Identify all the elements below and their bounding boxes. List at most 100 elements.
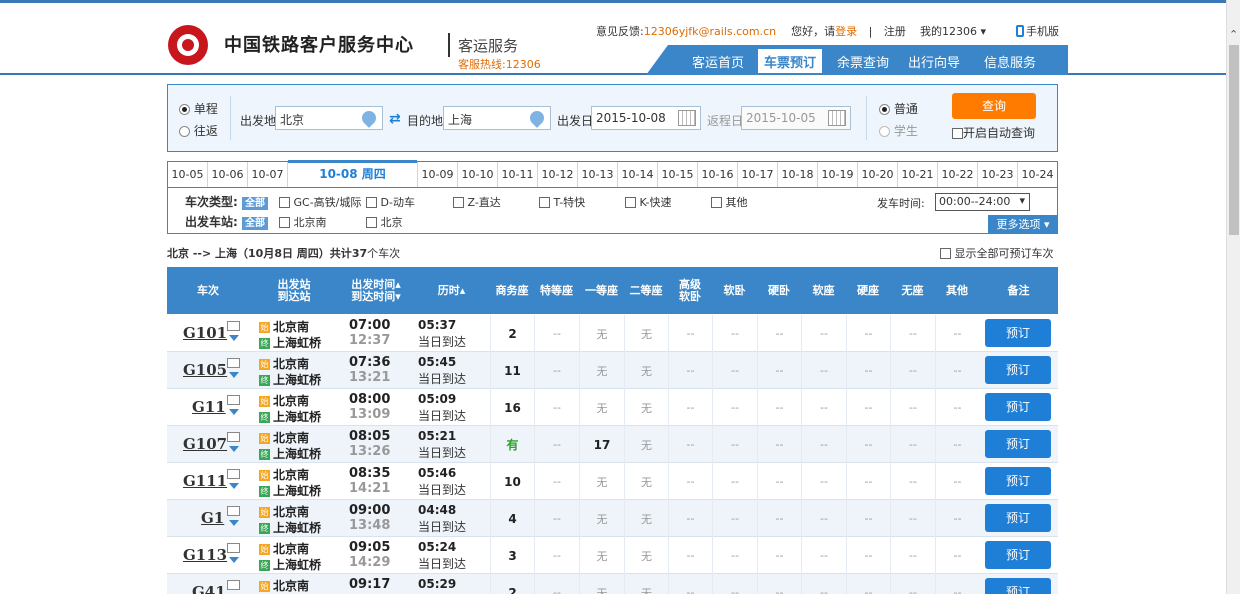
train-number-link[interactable]: G1 <box>201 509 224 527</box>
passenger-normal[interactable]: 普通 <box>879 100 918 117</box>
train-info-icon[interactable] <box>227 358 240 368</box>
login-link[interactable]: 登录 <box>835 25 857 38</box>
type-all-button[interactable]: 全部 <box>242 197 268 210</box>
checkbox[interactable] <box>940 248 951 259</box>
date-tab[interactable]: 10-09 <box>418 162 458 187</box>
book-button[interactable]: 预订 <box>985 467 1051 495</box>
train-number-link[interactable]: G107 <box>183 435 227 453</box>
book-button[interactable]: 预订 <box>985 319 1051 347</box>
checkbox[interactable] <box>279 217 290 228</box>
roundtrip-radio[interactable] <box>179 126 190 137</box>
return-date-input[interactable]: 2015-10-05 <box>741 106 851 130</box>
book-button[interactable]: 预订 <box>985 578 1051 594</box>
location-pin-icon[interactable] <box>359 108 379 128</box>
show-all-bookable[interactable]: 显示全部可预订车次 <box>940 245 1054 261</box>
query-button[interactable]: 查询 <box>952 93 1036 119</box>
scroll-up-icon[interactable]: ⌃ <box>1229 28 1238 41</box>
date-tab[interactable]: 10-24 <box>1018 162 1057 187</box>
nav-home[interactable]: 客运首页 <box>692 52 744 71</box>
checkbox[interactable] <box>366 197 377 208</box>
auto-query[interactable]: 开启自动查询 <box>952 124 1035 141</box>
swap-stations-icon[interactable]: ⇄ <box>389 111 401 127</box>
book-button[interactable]: 预订 <box>985 356 1051 384</box>
filter-k[interactable]: K-快速 <box>625 194 672 210</box>
trip-oneway[interactable]: 单程 <box>179 100 218 117</box>
nav-ticket-booking[interactable]: 车票预订 <box>758 49 823 73</box>
calendar-icon[interactable] <box>678 110 696 126</box>
train-info-icon[interactable] <box>227 432 240 442</box>
filter-gc[interactable]: GC-高铁/城际 <box>279 194 361 210</box>
filter-other[interactable]: 其他 <box>711 194 748 210</box>
checkbox[interactable] <box>711 197 722 208</box>
date-tab[interactable]: 10-17 <box>738 162 778 187</box>
date-tab[interactable]: 10-13 <box>578 162 618 187</box>
filter-d[interactable]: D-动车 <box>366 194 415 210</box>
book-button[interactable]: 预订 <box>985 541 1051 569</box>
checkbox[interactable] <box>366 217 377 228</box>
location-pin-icon[interactable] <box>527 108 547 128</box>
filter-z[interactable]: Z-直达 <box>453 194 501 210</box>
scroll-thumb[interactable] <box>1229 45 1239 235</box>
train-number-link[interactable]: G105 <box>183 361 227 379</box>
date-tab[interactable]: 10-11 <box>498 162 538 187</box>
checkbox[interactable] <box>453 197 464 208</box>
checkbox[interactable] <box>279 197 290 208</box>
student-radio[interactable] <box>879 126 890 137</box>
expand-stops-icon[interactable] <box>229 335 239 341</box>
from-station-input[interactable]: 北京 <box>275 106 383 130</box>
date-tab[interactable]: 10-16 <box>698 162 738 187</box>
train-number-link[interactable]: G11 <box>192 398 226 416</box>
train-number-link[interactable]: G101 <box>183 324 227 342</box>
nav-remaining-tickets[interactable]: 余票查询 <box>837 52 889 71</box>
book-button[interactable]: 预订 <box>985 393 1051 421</box>
column-header[interactable]: 历时▴ <box>413 267 490 314</box>
calendar-icon[interactable] <box>828 110 846 126</box>
more-options-button[interactable]: 更多选项 ▾ <box>988 215 1058 234</box>
date-tab[interactable]: 10-21 <box>898 162 938 187</box>
train-info-icon[interactable] <box>227 395 240 405</box>
date-tab[interactable]: 10-20 <box>858 162 898 187</box>
column-header[interactable]: 出发时间▴ 到达时间▾ <box>339 267 413 314</box>
auto-query-checkbox[interactable] <box>952 128 963 139</box>
station-all-button[interactable]: 全部 <box>242 217 268 230</box>
book-button[interactable]: 预订 <box>985 504 1051 532</box>
date-tab[interactable]: 10-19 <box>818 162 858 187</box>
date-tab[interactable]: 10-14 <box>618 162 658 187</box>
my12306-menu[interactable]: 我的12306 ▾ <box>920 23 986 39</box>
depart-date-input[interactable]: 2015-10-08 <box>591 106 701 130</box>
expand-stops-icon[interactable] <box>229 483 239 489</box>
train-info-icon[interactable] <box>227 580 240 590</box>
expand-stops-icon[interactable] <box>229 409 239 415</box>
date-tab[interactable]: 10-23 <box>978 162 1018 187</box>
normal-radio[interactable] <box>879 104 890 115</box>
date-tab[interactable]: 10-06 <box>208 162 248 187</box>
depart-time-select[interactable]: 00:00--24:00 ▾ <box>935 193 1030 211</box>
date-tab[interactable]: 10-22 <box>938 162 978 187</box>
date-tab[interactable]: 10-15 <box>658 162 698 187</box>
train-info-icon[interactable] <box>227 506 240 516</box>
date-tab-selected[interactable]: 10-08 周四 <box>288 160 418 187</box>
date-tab[interactable]: 10-18 <box>778 162 818 187</box>
train-number-link[interactable]: G41 <box>192 583 226 594</box>
passenger-student[interactable]: 学生 <box>879 122 918 139</box>
to-station-input[interactable]: 上海 <box>443 106 551 130</box>
nav-info-service[interactable]: 信息服务 <box>984 52 1036 71</box>
mobile-link[interactable]: 手机版 <box>1016 23 1059 39</box>
feedback-email-link[interactable]: 12306yjfk@rails.com.cn <box>644 25 776 38</box>
train-info-icon[interactable] <box>227 469 240 479</box>
checkbox[interactable] <box>539 197 550 208</box>
trip-roundtrip[interactable]: 往返 <box>179 122 218 139</box>
expand-stops-icon[interactable] <box>229 446 239 452</box>
train-number-link[interactable]: G113 <box>183 546 227 564</box>
oneway-radio[interactable] <box>179 104 190 115</box>
register-link[interactable]: 注册 <box>884 25 906 38</box>
book-button[interactable]: 预订 <box>985 430 1051 458</box>
filter-station-beijingnan[interactable]: 北京南 <box>279 214 327 230</box>
filter-t[interactable]: T-特快 <box>539 194 585 210</box>
date-tab[interactable]: 10-07 <box>248 162 288 187</box>
scrollbar[interactable]: ⌃ <box>1226 0 1240 594</box>
checkbox[interactable] <box>625 197 636 208</box>
expand-stops-icon[interactable] <box>229 557 239 563</box>
nav-travel-guide[interactable]: 出行向导 <box>908 52 960 71</box>
train-number-link[interactable]: G111 <box>183 472 227 490</box>
